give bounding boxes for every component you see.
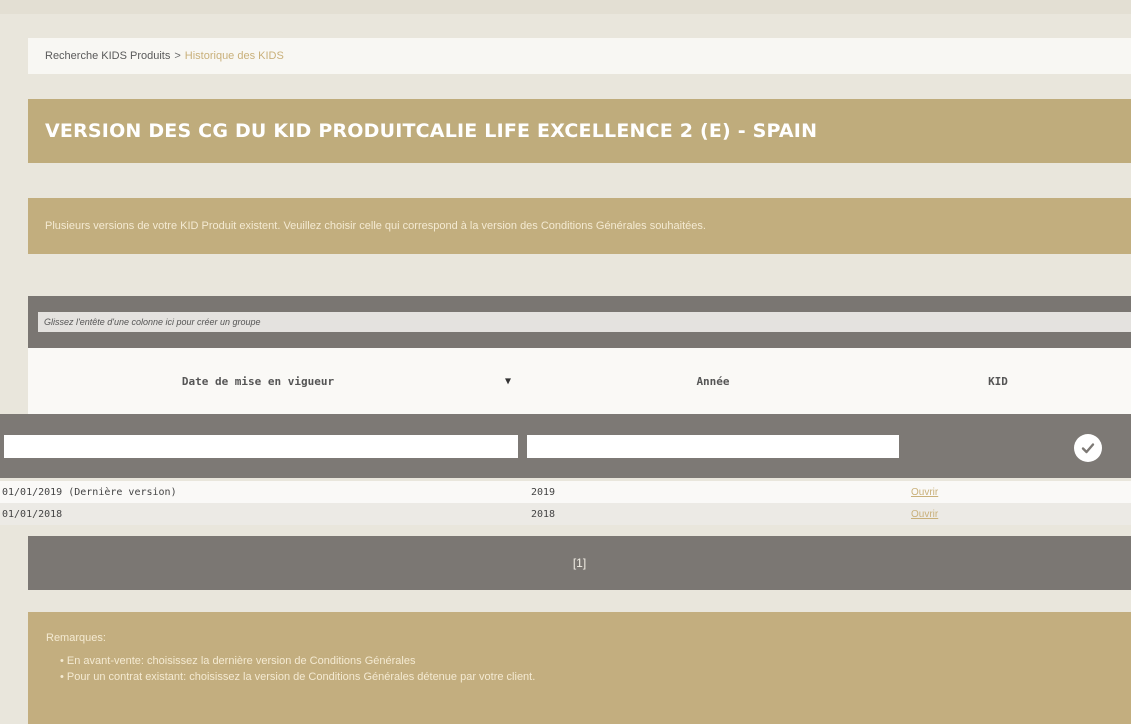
breadcrumb-root-link[interactable]: Recherche KIDS Produits: [45, 50, 170, 62]
remark-item: Pour un contrat existant: choisissez la …: [60, 671, 1131, 683]
top-strip: [0, 0, 1131, 14]
filter-annee-input[interactable]: [527, 435, 899, 458]
apply-filter-check-icon[interactable]: [1074, 434, 1102, 462]
breadcrumb: Recherche KIDS Produits > Historique des…: [28, 38, 1131, 74]
info-message: Plusieurs versions de votre KID Produit …: [28, 198, 1131, 254]
group-drop-zone[interactable]: Glissez l'entête d'une colonne ici pour …: [38, 312, 1131, 332]
group-panel: Glissez l'entête d'une colonne ici pour …: [28, 296, 1131, 348]
page-title: VERSION DES CG DU KID PRODUITCALIE LIFE …: [28, 99, 1131, 163]
column-header-annee[interactable]: Année: [528, 348, 898, 414]
remarks-panel: Remarques: En avant-vente: choisissez la…: [28, 612, 1131, 724]
filter-date-input[interactable]: [4, 435, 518, 458]
grid-header: Date de mise en vigueur ▼ Année KID: [28, 348, 1131, 414]
cell-annee: 2018: [531, 508, 556, 520]
open-kid-link[interactable]: Ouvrir: [911, 503, 938, 525]
cell-date: 01/01/2019 (Dernière version): [2, 486, 177, 498]
column-header-kid[interactable]: KID: [908, 348, 1088, 414]
remarks-list: En avant-vente: choisissez la dernière v…: [46, 655, 1131, 683]
remark-item: En avant-vente: choisissez la dernière v…: [60, 655, 1131, 667]
filter-row: [0, 414, 1131, 478]
cell-date: 01/01/2018: [2, 508, 63, 520]
column-header-date[interactable]: Date de mise en vigueur: [28, 348, 488, 414]
pager: [1]: [28, 536, 1131, 590]
cell-annee: 2019: [531, 486, 556, 498]
remarks-title: Remarques:: [46, 632, 106, 644]
table-row: 01/01/2018 2018 Ouvrir: [0, 503, 1131, 525]
breadcrumb-current: Historique des KIDS: [184, 50, 284, 62]
breadcrumb-separator: >: [174, 50, 181, 62]
table-row: 01/01/2019 (Dernière version) 2019 Ouvri…: [0, 481, 1131, 503]
sort-down-icon[interactable]: ▼: [498, 348, 518, 414]
versions-grid: Glissez l'entête d'une colonne ici pour …: [0, 296, 1131, 594]
page-1-button[interactable]: [1]: [573, 556, 586, 570]
open-kid-link[interactable]: Ouvrir: [911, 481, 938, 503]
